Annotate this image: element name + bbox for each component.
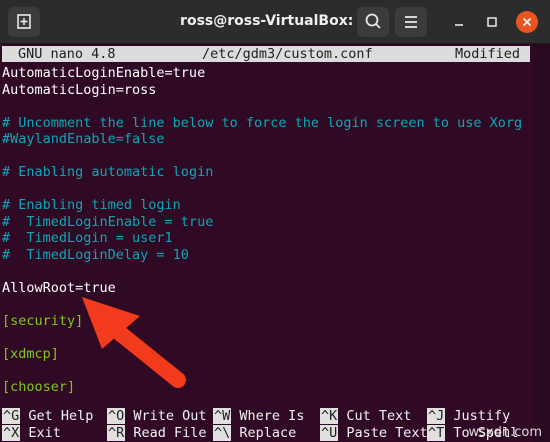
red-arrow-annotation bbox=[82, 297, 186, 388]
watermark: wsxdn.com bbox=[468, 425, 543, 440]
terminal-window: ross@ross-VirtualBox: ~ GNU nano 4.8 /et… bbox=[0, 0, 550, 442]
